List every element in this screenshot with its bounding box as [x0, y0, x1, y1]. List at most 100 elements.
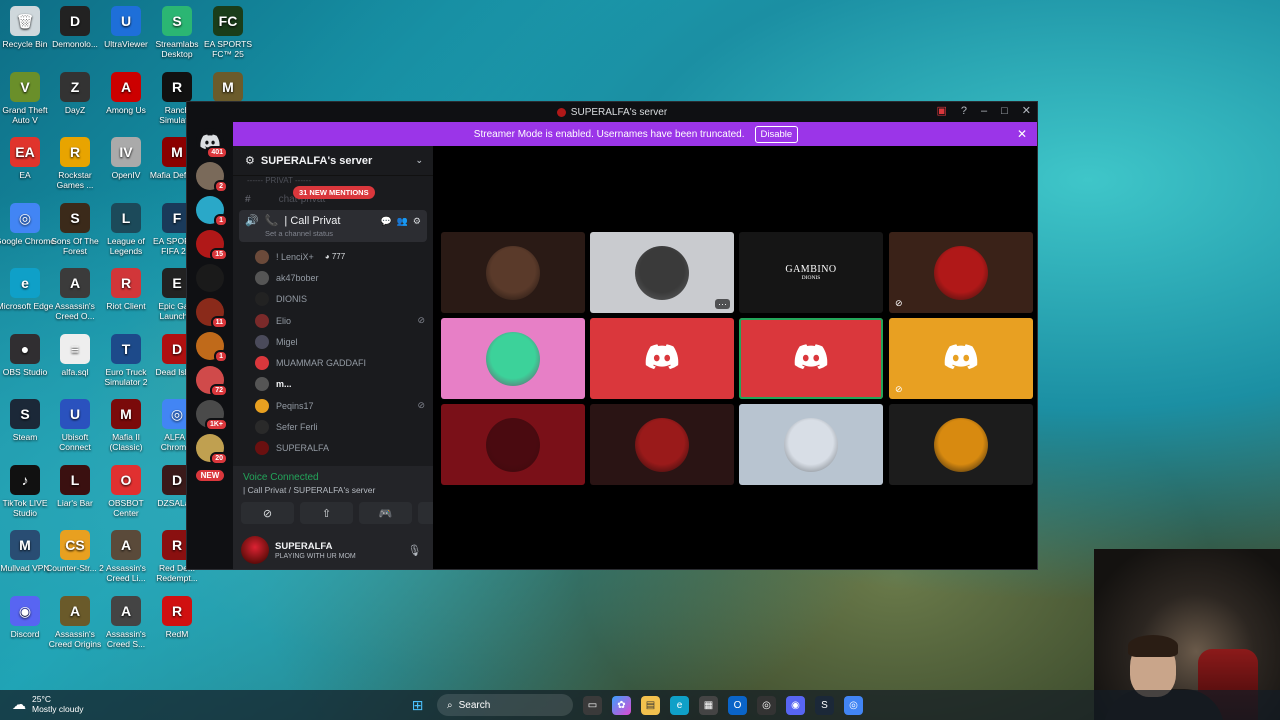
phone-icon: 📞 — [264, 215, 279, 227]
inbox-icon[interactable]: ▣ — [936, 104, 946, 117]
desktop-icon[interactable]: M — [198, 71, 258, 105]
disable-streamer-mode-button[interactable]: Disable — [754, 125, 799, 143]
edge-icon[interactable]: e — [670, 695, 689, 715]
activities-button[interactable]: 🎮 — [359, 502, 412, 524]
unread-badge: 72 — [210, 384, 228, 397]
participant-tile[interactable] — [441, 404, 585, 485]
taskbar-search[interactable]: ⌕ Search — [437, 694, 573, 716]
server-icon[interactable]: 72 — [196, 366, 228, 397]
more-options-button[interactable]: ··· — [715, 299, 730, 309]
server-icon[interactable]: 1 — [196, 196, 228, 227]
voice-member[interactable]: Peqins17 ⊘ — [255, 395, 433, 416]
outlook-icon[interactable]: O — [728, 695, 747, 715]
avatar[interactable] — [241, 536, 269, 564]
server-icon[interactable]: 1K+ — [196, 400, 228, 431]
participant-tile[interactable] — [590, 318, 734, 399]
app-icon: V — [10, 71, 40, 102]
chat-icon[interactable]: 💬 — [380, 216, 391, 227]
server-icon[interactable]: 1 — [196, 332, 228, 363]
participant-tile[interactable] — [889, 404, 1033, 485]
person-hair — [1128, 635, 1178, 657]
voice-member[interactable]: MUAMMAR GADDAFI — [255, 352, 433, 373]
app-icon: ◉ — [10, 595, 40, 626]
minimize-button[interactable]: – — [981, 105, 987, 117]
speaker-icon: 🔊 — [245, 215, 259, 227]
voice-member[interactable]: ! LenciX+ ◕ 777 — [255, 246, 433, 267]
participant-tile[interactable] — [441, 318, 585, 399]
screen-share-button[interactable]: ⇧ — [300, 502, 353, 524]
participant-tile[interactable] — [441, 232, 585, 313]
participant-tile[interactable]: GAMBINO DIONIS — [739, 232, 883, 313]
server-rail: 401 2 1 15 11 1 72 1K+ 20 NEW — [187, 122, 233, 569]
app-icon: Z — [60, 71, 90, 102]
member-name: Peqins17 — [276, 400, 314, 411]
app-icon: R — [111, 268, 141, 298]
server-icon[interactable]: 11 — [196, 298, 228, 329]
help-icon[interactable]: ? — [961, 105, 967, 117]
windows-start-icon[interactable]: ⊞ — [408, 696, 427, 715]
weather-widget[interactable]: ☁ 25°C Mostly cloudy — [12, 694, 84, 714]
voice-member[interactable]: SUPERALFA — [255, 438, 433, 459]
server-icon[interactable]: 2 — [196, 162, 228, 193]
obsbot-icon[interactable]: ◎ — [757, 695, 776, 715]
channel-sidebar: ⚙ SUPERALFA's server ⌄ 31 NEW MENTIONS -… — [233, 146, 479, 569]
app-icon: FC — [213, 6, 243, 36]
participant-tile[interactable]: ··· — [590, 232, 734, 313]
voice-channel-call-privat[interactable]: 🔊 📞 | Call Privat Set a channel status 💬… — [239, 210, 427, 242]
discord-taskbar-icon[interactable]: ◉ — [786, 695, 805, 715]
server-icon[interactable]: 20 — [196, 434, 228, 465]
settings-icon[interactable]: ⚙ — [413, 216, 421, 227]
server-header[interactable]: ⚙ SUPERALFA's server ⌄ — [233, 146, 433, 176]
copilot-icon[interactable]: ✿ — [612, 695, 631, 715]
participant-tile[interactable] — [739, 318, 883, 399]
desktop-icon[interactable]: FC EA SPORTS FC™ 25 — [198, 6, 258, 59]
microphone-icon[interactable]: 🎙 — [407, 544, 421, 557]
file-explorer-icon[interactable]: ▤ — [641, 695, 660, 715]
close-banner-icon[interactable]: ✕ — [1017, 127, 1027, 141]
window-title: SUPERALFA's server — [570, 106, 668, 118]
participant-tile[interactable]: ⊘ — [889, 232, 1033, 313]
chevron-down-icon: ⌄ — [415, 155, 423, 165]
temperature: 25°C — [32, 694, 51, 704]
avatar — [934, 245, 988, 300]
member-activity: ◕ 777 — [324, 252, 346, 262]
avatar — [486, 245, 540, 300]
chrome-taskbar-icon[interactable]: ◎ — [844, 695, 863, 715]
app-icon: ≡ — [60, 333, 90, 364]
member-name: Sefer Ferli — [276, 422, 318, 433]
steam-icon[interactable]: S — [815, 695, 834, 715]
voice-member[interactable]: m... — [255, 374, 433, 395]
voice-member[interactable]: DIONIS — [255, 289, 433, 310]
close-window-button[interactable]: ✕ — [1022, 104, 1031, 117]
server-icon[interactable]: 15 — [196, 230, 228, 261]
voice-member[interactable]: ak47bober — [255, 267, 433, 288]
search-placeholder: Search — [458, 699, 491, 711]
voice-member[interactable]: Elio ⊘ — [255, 310, 433, 331]
desktop-icon[interactable]: R RedM — [147, 595, 207, 639]
participant-tile[interactable] — [739, 404, 883, 485]
search-icon: ⌕ — [447, 699, 453, 711]
discord-home-icon[interactable]: 401 — [196, 128, 228, 159]
avatar — [635, 245, 689, 300]
maximize-button[interactable]: □ — [1001, 105, 1008, 117]
streamer-mode-banner: Streamer Mode is enabled. Usernames have… — [233, 122, 1037, 146]
channel-status[interactable]: Set a channel status — [245, 229, 421, 238]
participant-tile[interactable] — [590, 404, 734, 485]
logo-text: GAMBINO — [785, 264, 837, 275]
avatar — [934, 417, 988, 472]
voice-member[interactable]: Migel — [255, 331, 433, 352]
new-mentions-pill[interactable]: 31 NEW MENTIONS — [293, 186, 375, 199]
camera-off-button[interactable]: ⊘ — [241, 502, 294, 524]
participant-tile[interactable]: ⊘ — [889, 318, 1033, 399]
task-view-icon[interactable]: ▭ — [583, 695, 602, 715]
new-badge[interactable]: NEW — [195, 470, 225, 481]
member-name: Elio — [276, 315, 292, 326]
member-name: SUPERALFA — [276, 443, 330, 454]
unread-badge: 1K+ — [204, 418, 228, 431]
store-icon[interactable]: ▦ — [699, 695, 718, 715]
voice-member[interactable]: Sefer Ferli — [255, 416, 433, 437]
app-icon: S — [60, 202, 90, 233]
avatar — [635, 417, 689, 472]
server-icon[interactable] — [196, 264, 224, 292]
add-member-icon[interactable]: 👥 — [397, 216, 408, 227]
